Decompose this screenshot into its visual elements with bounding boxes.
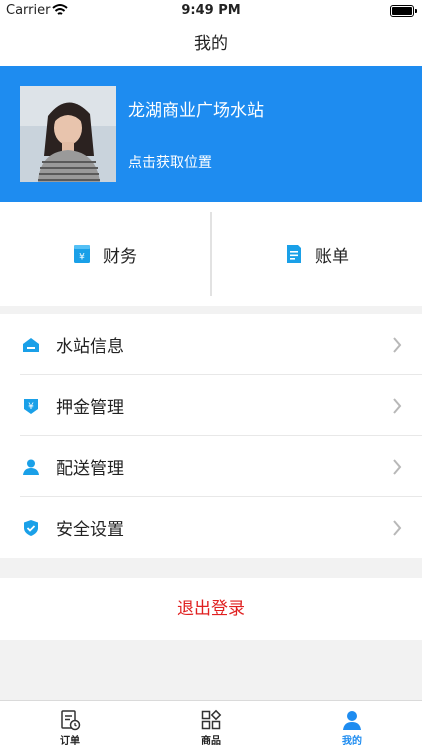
station-name: 龙湖商业广场水站 — [128, 101, 264, 121]
chevron-right-icon — [393, 519, 402, 536]
svg-text:¥: ¥ — [79, 253, 85, 263]
bill-label: 账单 — [315, 246, 349, 267]
chevron-right-icon — [393, 397, 402, 414]
clock-time: 9:49 PM — [181, 3, 241, 18]
menu-item-security[interactable]: 安全设置 — [0, 497, 422, 558]
delivery-person-icon — [23, 459, 39, 475]
tab-goods[interactable]: 商品 — [141, 701, 281, 750]
svg-text:¥: ¥ — [28, 402, 34, 412]
menu-label: 押金管理 — [56, 398, 124, 418]
avatar-photo-icon — [20, 86, 116, 182]
menu-item-delivery[interactable]: 配送管理 — [0, 436, 422, 497]
chevron-right-icon — [393, 336, 402, 353]
menu-label: 水站信息 — [56, 337, 124, 357]
page-title: 我的 — [194, 34, 228, 54]
tab-orders[interactable]: 订单 — [0, 701, 140, 750]
menu-item-station-info[interactable]: 水站信息 — [0, 314, 422, 375]
tab-label: 我的 — [342, 736, 362, 747]
finance-button[interactable]: ¥ 财务 — [0, 202, 210, 306]
tab-label: 订单 — [60, 736, 80, 747]
menu-label: 配送管理 — [56, 459, 124, 479]
wallet-yen-icon: ¥ — [74, 245, 90, 263]
status-bar: Carrier 9:49 PM — [0, 0, 422, 22]
menu-item-deposit[interactable]: ¥ 押金管理 — [0, 375, 422, 436]
get-location-link[interactable]: 点击获取位置 — [128, 152, 212, 172]
settings-menu: 水站信息 ¥ 押金管理 配送管理 安全设置 — [0, 314, 422, 558]
quick-actions: ¥ 财务 账单 — [0, 202, 422, 306]
profile-header[interactable]: 龙湖商业广场水站 点击获取位置 — [0, 66, 422, 202]
menu-label: 安全设置 — [56, 520, 124, 540]
tab-bar: 订单 商品 我的 — [0, 700, 422, 750]
security-shield-icon — [24, 519, 38, 536]
logout-button[interactable]: 退出登录 — [0, 578, 422, 640]
nav-bar: 我的 — [0, 22, 422, 66]
order-list-icon — [61, 710, 81, 731]
logout-label: 退出登录 — [177, 599, 245, 619]
goods-grid-icon — [201, 709, 222, 730]
chevron-right-icon — [393, 458, 402, 475]
bill-button[interactable]: 账单 — [212, 202, 422, 306]
bill-document-icon — [287, 245, 301, 263]
deposit-yen-icon: ¥ — [24, 398, 38, 414]
avatar[interactable] — [20, 86, 116, 182]
finance-label: 财务 — [103, 246, 137, 267]
tab-mine[interactable]: 我的 — [282, 701, 422, 750]
profile-person-icon — [343, 711, 361, 730]
battery-icon — [390, 5, 417, 17]
tab-label: 商品 — [201, 736, 221, 747]
station-home-icon — [23, 337, 39, 352]
